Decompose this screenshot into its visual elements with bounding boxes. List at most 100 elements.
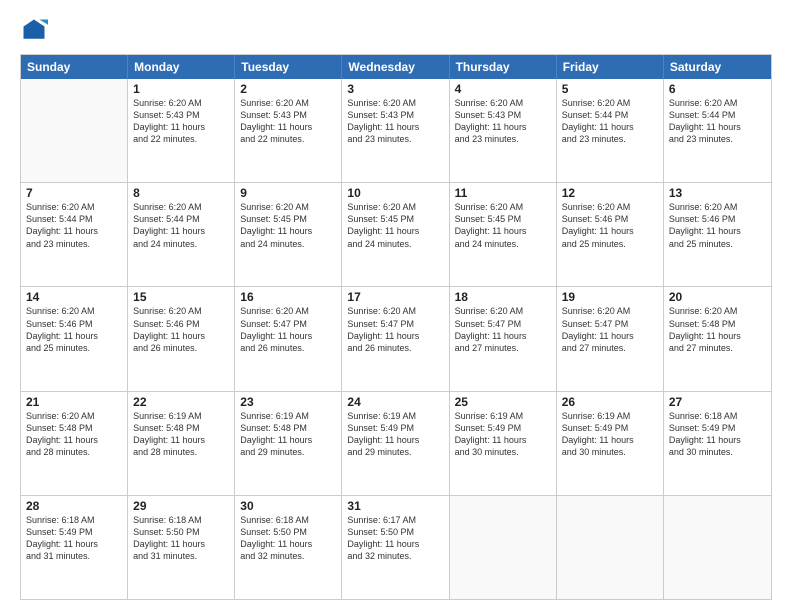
cell-line: and 32 minutes. — [240, 550, 336, 562]
day-number: 29 — [133, 499, 229, 513]
calendar-body: 1Sunrise: 6:20 AMSunset: 5:43 PMDaylight… — [21, 79, 771, 599]
cell-line: and 25 minutes. — [26, 342, 122, 354]
cell-line: and 31 minutes. — [133, 550, 229, 562]
day-number: 14 — [26, 290, 122, 304]
cell-line: Daylight: 11 hours — [240, 121, 336, 133]
cell-line: Sunrise: 6:20 AM — [562, 305, 658, 317]
calendar-cell: 26Sunrise: 6:19 AMSunset: 5:49 PMDayligh… — [557, 392, 664, 495]
calendar-cell: 19Sunrise: 6:20 AMSunset: 5:47 PMDayligh… — [557, 287, 664, 390]
calendar-cell: 18Sunrise: 6:20 AMSunset: 5:47 PMDayligh… — [450, 287, 557, 390]
cell-line: Sunrise: 6:20 AM — [562, 201, 658, 213]
calendar-cell: 4Sunrise: 6:20 AMSunset: 5:43 PMDaylight… — [450, 79, 557, 182]
cell-line: and 27 minutes. — [669, 342, 766, 354]
cell-line: Sunrise: 6:20 AM — [669, 201, 766, 213]
cell-line: Sunrise: 6:20 AM — [240, 97, 336, 109]
day-number: 31 — [347, 499, 443, 513]
cell-line: Sunrise: 6:20 AM — [669, 97, 766, 109]
calendar-cell: 14Sunrise: 6:20 AMSunset: 5:46 PMDayligh… — [21, 287, 128, 390]
cell-line: Daylight: 11 hours — [562, 330, 658, 342]
cell-line: Daylight: 11 hours — [347, 330, 443, 342]
cell-line: Sunset: 5:49 PM — [347, 422, 443, 434]
calendar-cell: 3Sunrise: 6:20 AMSunset: 5:43 PMDaylight… — [342, 79, 449, 182]
calendar-cell: 31Sunrise: 6:17 AMSunset: 5:50 PMDayligh… — [342, 496, 449, 599]
cell-line: Sunset: 5:50 PM — [240, 526, 336, 538]
calendar-row-1: 7Sunrise: 6:20 AMSunset: 5:44 PMDaylight… — [21, 182, 771, 286]
cell-line: and 24 minutes. — [133, 238, 229, 250]
cell-line: and 22 minutes. — [133, 133, 229, 145]
calendar-cell: 9Sunrise: 6:20 AMSunset: 5:45 PMDaylight… — [235, 183, 342, 286]
cell-line: Daylight: 11 hours — [562, 434, 658, 446]
cell-line: Sunrise: 6:20 AM — [133, 305, 229, 317]
cell-line: Daylight: 11 hours — [455, 225, 551, 237]
calendar-cell: 10Sunrise: 6:20 AMSunset: 5:45 PMDayligh… — [342, 183, 449, 286]
cell-line: and 31 minutes. — [26, 550, 122, 562]
cell-line: Sunset: 5:49 PM — [562, 422, 658, 434]
cell-line: Daylight: 11 hours — [347, 225, 443, 237]
calendar-cell — [450, 496, 557, 599]
day-number: 9 — [240, 186, 336, 200]
cell-line: Daylight: 11 hours — [240, 330, 336, 342]
calendar-cell: 28Sunrise: 6:18 AMSunset: 5:49 PMDayligh… — [21, 496, 128, 599]
day-number: 24 — [347, 395, 443, 409]
day-number: 8 — [133, 186, 229, 200]
calendar-cell: 29Sunrise: 6:18 AMSunset: 5:50 PMDayligh… — [128, 496, 235, 599]
cell-line: Daylight: 11 hours — [133, 225, 229, 237]
cell-line: Daylight: 11 hours — [26, 434, 122, 446]
cell-line: Sunset: 5:45 PM — [240, 213, 336, 225]
calendar-cell: 5Sunrise: 6:20 AMSunset: 5:44 PMDaylight… — [557, 79, 664, 182]
cell-line: Sunset: 5:43 PM — [133, 109, 229, 121]
cell-line: and 27 minutes. — [562, 342, 658, 354]
cell-line: Daylight: 11 hours — [26, 538, 122, 550]
cell-line: and 23 minutes. — [26, 238, 122, 250]
day-number: 11 — [455, 186, 551, 200]
cell-line: and 24 minutes. — [240, 238, 336, 250]
cell-line: Sunset: 5:50 PM — [347, 526, 443, 538]
cell-line: Sunrise: 6:20 AM — [133, 97, 229, 109]
cell-line: Daylight: 11 hours — [240, 538, 336, 550]
day-number: 21 — [26, 395, 122, 409]
header-day-monday: Monday — [128, 55, 235, 79]
cell-line: Sunset: 5:46 PM — [562, 213, 658, 225]
day-number: 30 — [240, 499, 336, 513]
cell-line: Sunset: 5:44 PM — [26, 213, 122, 225]
day-number: 4 — [455, 82, 551, 96]
cell-line: Sunset: 5:46 PM — [669, 213, 766, 225]
cell-line: Sunset: 5:49 PM — [669, 422, 766, 434]
day-number: 19 — [562, 290, 658, 304]
calendar-cell: 23Sunrise: 6:19 AMSunset: 5:48 PMDayligh… — [235, 392, 342, 495]
calendar-cell: 30Sunrise: 6:18 AMSunset: 5:50 PMDayligh… — [235, 496, 342, 599]
cell-line: Sunrise: 6:17 AM — [347, 514, 443, 526]
logo-icon — [20, 16, 48, 44]
calendar-cell — [557, 496, 664, 599]
cell-line: Daylight: 11 hours — [669, 225, 766, 237]
cell-line: Daylight: 11 hours — [455, 434, 551, 446]
calendar-cell: 2Sunrise: 6:20 AMSunset: 5:43 PMDaylight… — [235, 79, 342, 182]
header-day-sunday: Sunday — [21, 55, 128, 79]
day-number: 13 — [669, 186, 766, 200]
cell-line: and 30 minutes. — [455, 446, 551, 458]
cell-line: Sunrise: 6:20 AM — [455, 97, 551, 109]
cell-line: Daylight: 11 hours — [240, 434, 336, 446]
cell-line: Sunset: 5:43 PM — [455, 109, 551, 121]
header-day-wednesday: Wednesday — [342, 55, 449, 79]
calendar-row-0: 1Sunrise: 6:20 AMSunset: 5:43 PMDaylight… — [21, 79, 771, 182]
cell-line: Sunrise: 6:19 AM — [455, 410, 551, 422]
header — [20, 16, 772, 44]
cell-line: Daylight: 11 hours — [347, 434, 443, 446]
day-number: 1 — [133, 82, 229, 96]
cell-line: Sunset: 5:45 PM — [455, 213, 551, 225]
cell-line: Sunrise: 6:20 AM — [26, 305, 122, 317]
cell-line: and 23 minutes. — [669, 133, 766, 145]
cell-line: Sunset: 5:48 PM — [669, 318, 766, 330]
calendar-cell: 1Sunrise: 6:20 AMSunset: 5:43 PMDaylight… — [128, 79, 235, 182]
cell-line: Daylight: 11 hours — [347, 121, 443, 133]
calendar-row-4: 28Sunrise: 6:18 AMSunset: 5:49 PMDayligh… — [21, 495, 771, 599]
cell-line: Daylight: 11 hours — [133, 538, 229, 550]
calendar-cell: 15Sunrise: 6:20 AMSunset: 5:46 PMDayligh… — [128, 287, 235, 390]
cell-line: Sunrise: 6:20 AM — [347, 305, 443, 317]
day-number: 10 — [347, 186, 443, 200]
day-number: 27 — [669, 395, 766, 409]
calendar-cell: 25Sunrise: 6:19 AMSunset: 5:49 PMDayligh… — [450, 392, 557, 495]
cell-line: and 30 minutes. — [669, 446, 766, 458]
cell-line: and 25 minutes. — [669, 238, 766, 250]
